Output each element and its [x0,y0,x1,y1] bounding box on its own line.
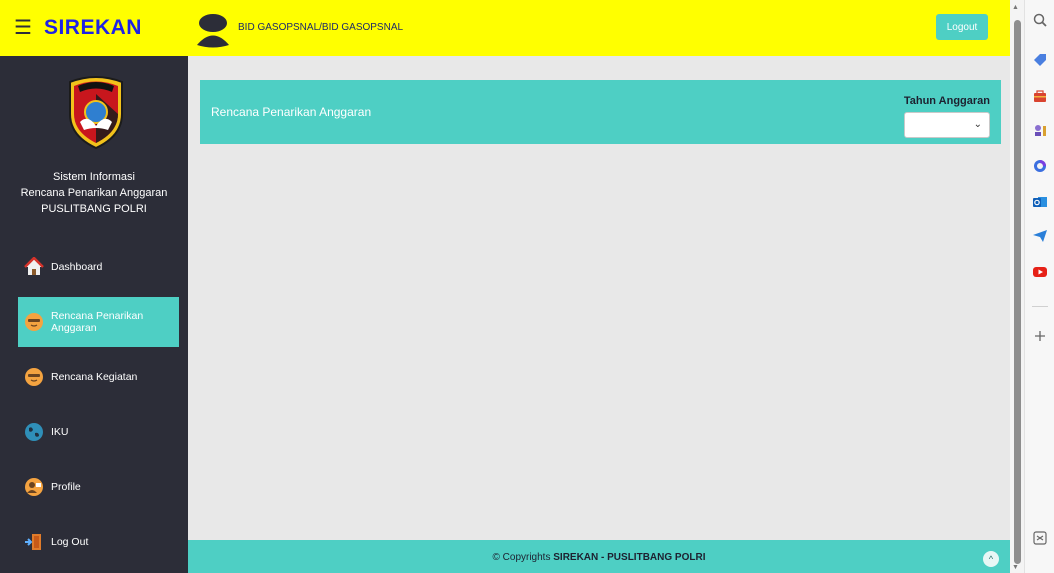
main-content: Rencana Penarikan Anggaran Tahun Anggara… [188,56,1010,540]
copyright-text: © Copyrights SIREKAN - PUSLITBANG POLRI [188,552,1010,563]
sidebar-item-label: Rencana Kegiatan [51,371,138,383]
sidebar-item-rencana-kegiatan[interactable]: Rencana Kegiatan [18,352,179,402]
system-info-line3: PUSLITBANG POLRI [41,203,147,215]
copilot-icon[interactable] [1032,158,1048,174]
page-scrollbar[interactable]: ▲ ▼ [1010,0,1024,573]
page-title: Rencana Penarikan Anggaran [211,105,372,119]
sidebar-item-label: Profile [51,481,81,493]
brand-prefix: SI [43,16,65,39]
top-bar: ☰ SIREKAN BID GASOPSNAL/BID GASOPSNAL Lo… [0,0,1010,56]
app-root: ☰ SIREKAN BID GASOPSNAL/BID GASOPSNAL Lo… [0,0,1054,573]
user-name: BID GASOPSNAL/BID GASOPSNAL [238,22,404,33]
brand-logo-text[interactable]: SIREKAN [44,16,142,40]
scroll-up-arrow-icon[interactable]: ▲ [1012,4,1019,11]
sidebar-item-iku[interactable]: IKU [18,407,179,457]
chevron-down-icon: ⌄ [973,119,982,130]
tahun-anggaran-select[interactable]: ⌄ [904,112,990,138]
brand-rest: REKAN [64,16,142,39]
tag-icon[interactable] [1032,52,1048,68]
outlook-icon[interactable] [1032,194,1048,210]
footer: © Copyrights SIREKAN - PUSLITBANG POLRI … [188,540,1010,573]
globe-icon [25,423,43,441]
scroll-to-top-button[interactable]: ^ [983,551,999,567]
chess-icon[interactable] [1032,122,1048,138]
copyright-prefix: © Copyrights [492,552,554,563]
add-icon[interactable] [1032,328,1048,344]
face-icon [25,313,43,331]
youtube-icon[interactable] [1032,264,1048,280]
sidebar: Sistem Informasi Rencana Penarikan Angga… [0,56,188,573]
sidebar-item-label: IKU [51,426,69,438]
sidebar-item-label: Rencana Penarikan Anggaran [51,310,144,334]
page-header-card: Rencana Penarikan Anggaran Tahun Anggara… [200,80,1001,144]
briefcase-icon[interactable] [1032,88,1048,104]
copyright-name: SIREKAN - PUSLITBANG POLRI [553,552,706,563]
sidebar-item-label: Log Out [51,536,89,548]
sidebar-item-rencana-penarikan-anggaran[interactable]: Rencana Penarikan Anggaran [18,297,179,347]
sidebar-item-profile[interactable]: Profile [18,462,179,512]
sidebar-item-log-out[interactable]: Log Out [18,517,179,567]
tahun-anggaran-label: Tahun Anggaran [903,95,990,107]
search-icon[interactable] [1032,12,1048,28]
logout-button[interactable]: Logout [936,14,988,40]
chevron-up-icon: ^ [988,554,994,564]
face-icon [25,368,43,386]
system-info-line1: Sistem Informasi [53,171,135,183]
system-info-line2: Rencana Penarikan Anggaran [20,187,168,199]
home-icon [24,257,44,275]
brand: ☰ SIREKAN [0,0,188,56]
send-icon[interactable] [1032,228,1048,244]
sidebar-item-dashboard[interactable]: Dashboard [18,242,179,292]
litbang-emblem-icon [69,76,123,150]
system-info: Sistem Informasi Rencana Penarikan Angga… [0,169,188,217]
scroll-down-arrow-icon[interactable]: ▼ [1012,564,1019,571]
screenshot-icon[interactable] [1032,530,1048,546]
scrollbar-thumb[interactable] [1014,20,1021,564]
browser-side-panel [1024,0,1054,573]
side-panel-divider [1032,306,1048,307]
user-avatar-icon [197,14,229,48]
sidebar-item-label: Dashboard [51,261,103,273]
door-icon [25,534,41,550]
profile-icon [25,478,43,496]
hamburger-icon[interactable]: ☰ [14,18,32,38]
